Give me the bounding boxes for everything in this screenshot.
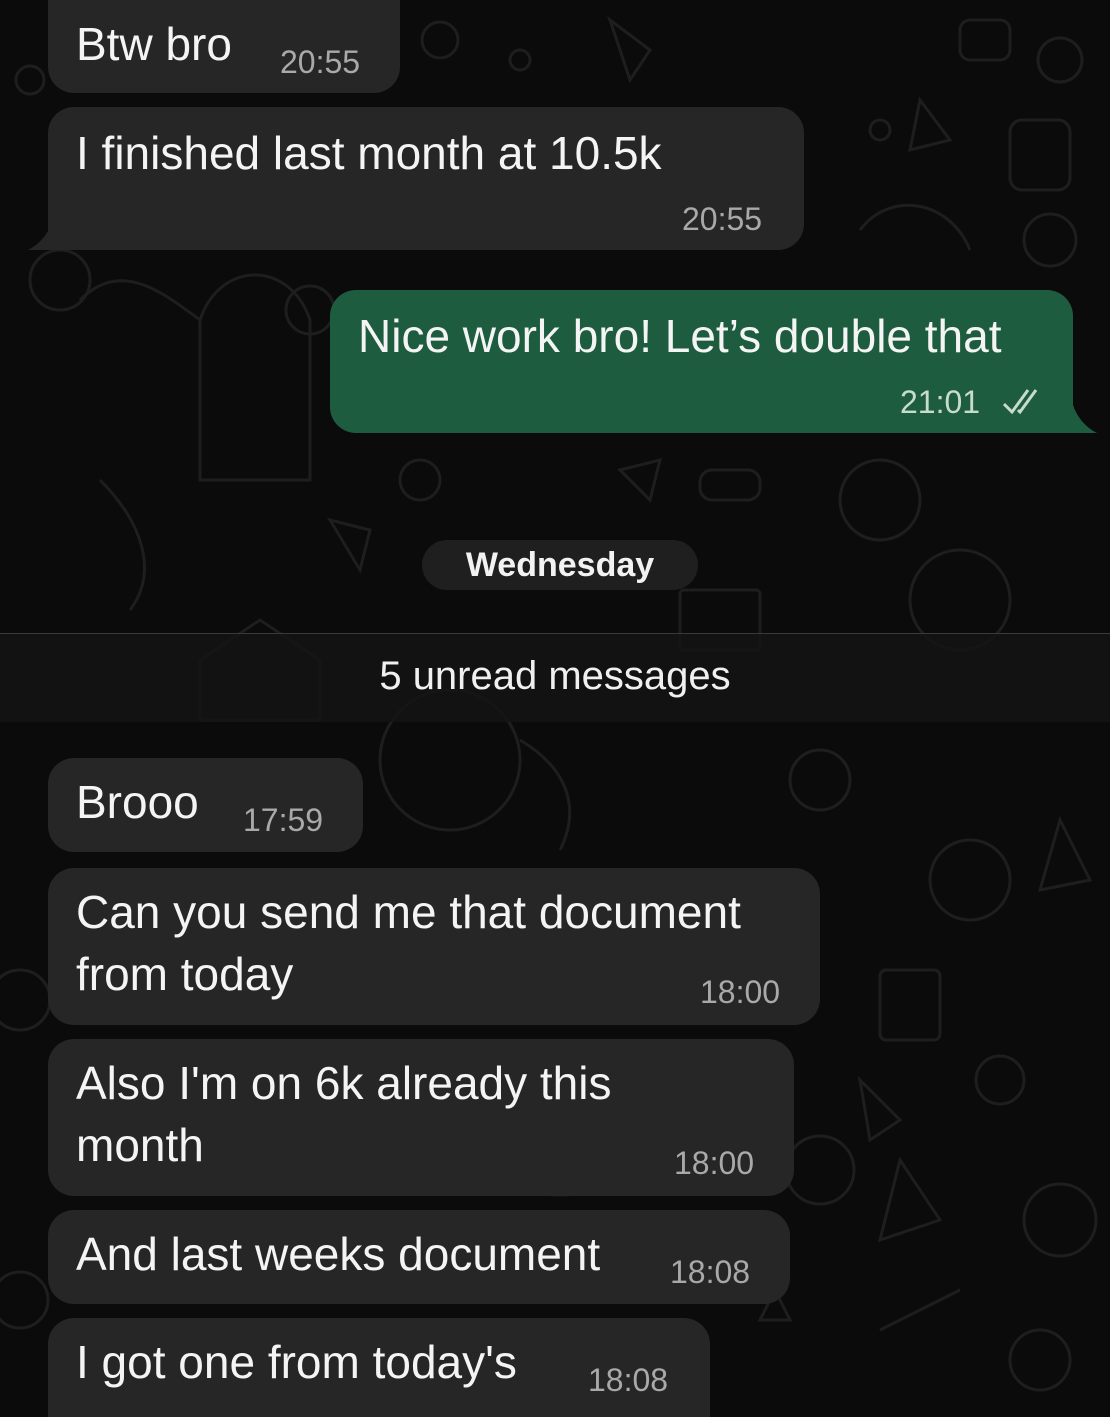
unread-banner: 5 unread messages	[0, 633, 1110, 722]
unread-banner-label: 5 unread messages	[379, 654, 731, 698]
bubble-tail	[1073, 405, 1097, 433]
message-bubble-incoming[interactable]: Also I'm on 6k already this month 18:00	[48, 1039, 794, 1196]
message-text: Btw bro	[76, 18, 232, 70]
message-time: 17:59	[243, 802, 324, 838]
bubble-tail	[28, 222, 52, 250]
message-time: 18:00	[674, 1145, 755, 1181]
message-time: 18:00	[700, 974, 781, 1010]
message-bubble-incoming[interactable]: Can you send me that document from today…	[48, 868, 820, 1025]
message-time: 18:08	[670, 1254, 751, 1290]
date-separator: Wednesday	[422, 540, 698, 590]
message-time: 18:08	[588, 1362, 669, 1398]
message-text: I finished last month at 10.5k	[76, 127, 662, 179]
double-check-icon	[1002, 389, 1038, 415]
message-bubble-incoming[interactable]: Btw bro 20:55	[48, 0, 400, 93]
message-text: And last weeks document	[76, 1228, 601, 1280]
message-time: 20:55	[682, 201, 763, 237]
message-text: Nice work bro! Let’s double that	[358, 310, 1002, 362]
message-text: Brooo	[76, 776, 199, 828]
message-bubble-incoming[interactable]: I got one from today's 18:08	[48, 1318, 710, 1417]
message-bubble-outgoing[interactable]: Nice work bro! Let’s double that 21:01	[330, 290, 1073, 433]
message-bubble-incoming[interactable]: Brooo 17:59	[48, 758, 363, 852]
message-bubble-incoming[interactable]: I finished last month at 10.5k 20:55	[48, 107, 804, 250]
message-bubble-incoming[interactable]: And last weeks document 18:08	[48, 1210, 790, 1304]
message-text-line: Can you send me that document	[76, 886, 741, 938]
message-text: I got one from today's	[76, 1336, 517, 1388]
message-time: 20:55	[280, 44, 361, 80]
message-time: 21:01	[900, 384, 981, 420]
message-text-line: from today	[76, 948, 294, 1000]
message-text-line: month	[76, 1119, 204, 1171]
message-text-line: Also I'm on 6k already this	[76, 1057, 612, 1109]
